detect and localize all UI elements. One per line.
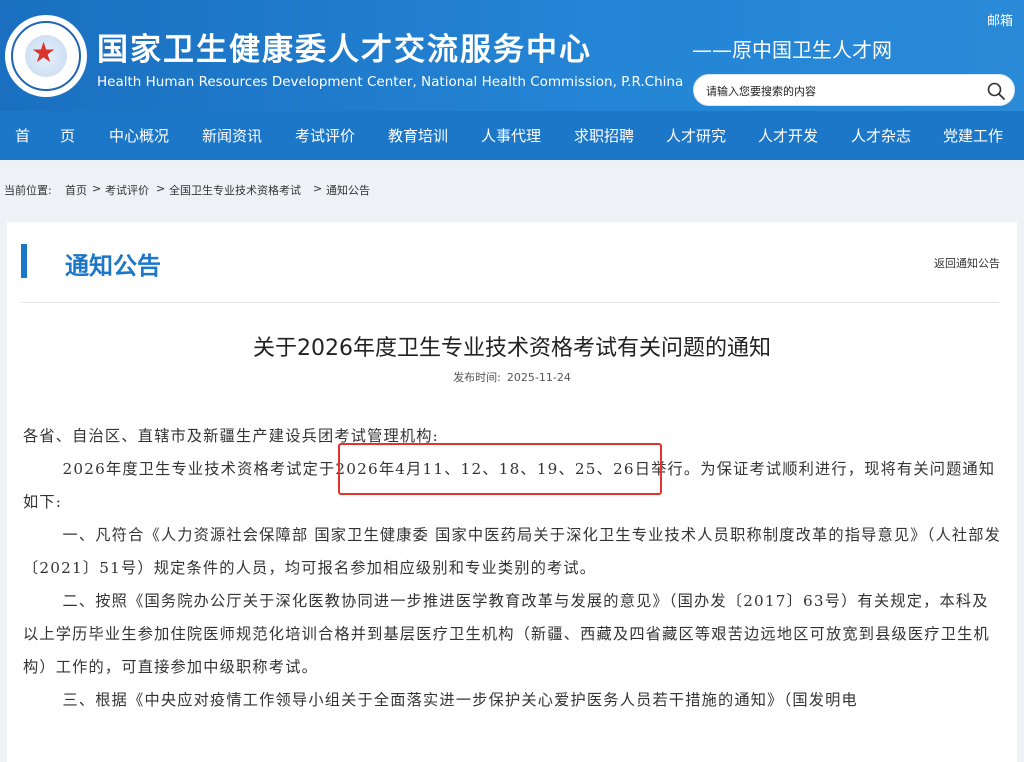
breadcrumb-home[interactable]: 首页: [65, 182, 87, 198]
search-input[interactable]: [704, 81, 978, 101]
breadcrumb-sep: >: [156, 182, 166, 195]
article-title: 关于2026年度卫生专业技术资格考试有关问题的通知: [253, 336, 771, 361]
article-paragraph: 三、根据《中央应对疫情工作领导小组关于全面落实进一步保护关心爱护医务人员若干措施…: [62, 691, 858, 709]
breadcrumb: 当前位置: 首页 > 考试评价 > 全国卫生专业技术资格考试 > 通知公告: [0, 178, 1024, 200]
search-box[interactable]: [693, 74, 1015, 106]
nav-personnel[interactable]: 人事代理: [481, 125, 541, 146]
mail-link[interactable]: 邮箱: [987, 10, 1013, 29]
section-divider: [21, 302, 999, 303]
article-date: 发布时间: 2025-11-24: [7, 369, 1017, 385]
breadcrumb-exam[interactable]: 考试评价: [105, 182, 149, 198]
search-icon[interactable]: [986, 81, 1006, 101]
nav-exam[interactable]: 考试评价: [295, 125, 355, 146]
back-to-notices-link[interactable]: 返回通知公告: [934, 255, 1000, 271]
nav-education[interactable]: 教育培训: [388, 125, 448, 146]
nav-home[interactable]: 首 页: [15, 125, 75, 146]
header-banner: ★ 国家卫生健康委人才交流服务中心 Health Human Resources…: [0, 0, 1024, 111]
nav-magazine[interactable]: 人才杂志: [851, 125, 911, 146]
main-nav: 首 页 中心概况 新闻资讯 考试评价 教育培训 人事代理 求职招聘 人才研究 人…: [0, 111, 1024, 160]
nav-party[interactable]: 党建工作: [943, 125, 1003, 146]
emblem-star-icon: ★: [31, 36, 57, 69]
section-title: 通知公告: [65, 252, 161, 280]
nav-research[interactable]: 人才研究: [666, 125, 726, 146]
breadcrumb-sep: >: [92, 182, 102, 195]
breadcrumb-notices[interactable]: 通知公告: [326, 182, 370, 198]
nav-news[interactable]: 新闻资讯: [202, 125, 262, 146]
date-value: 2025-11-24: [506, 371, 571, 384]
exam-date-highlight: [338, 443, 662, 495]
breadcrumb-sep: >: [313, 182, 323, 195]
nav-development[interactable]: 人才开发: [758, 125, 818, 146]
breadcrumb-qualification[interactable]: 全国卫生专业技术资格考试: [169, 182, 301, 198]
nav-about[interactable]: 中心概况: [109, 125, 169, 146]
article-paragraph: 二、按照《国务院办公厅关于深化医教协同进一步推进医学教育改革与发展的意见》（国办…: [23, 592, 990, 676]
nav-jobs[interactable]: 求职招聘: [574, 125, 634, 146]
site-title-en: Health Human Resources Development Cente…: [97, 74, 684, 90]
site-subtitle: ——原中国卫生人才网: [692, 38, 892, 62]
emblem-logo[interactable]: ★: [7, 17, 85, 95]
breadcrumb-prefix: 当前位置:: [4, 184, 52, 197]
section-accent-bar: [21, 244, 27, 278]
site-header: ★ 国家卫生健康委人才交流服务中心 Health Human Resources…: [0, 0, 1024, 160]
article-paragraph: 一、凡符合《人力资源社会保障部 国家卫生健康委 国家中医药局关于深化卫生专业技术…: [23, 526, 1002, 577]
date-label: 发布时间:: [453, 371, 501, 384]
site-title-cn: 国家卫生健康委人才交流服务中心: [97, 32, 592, 68]
